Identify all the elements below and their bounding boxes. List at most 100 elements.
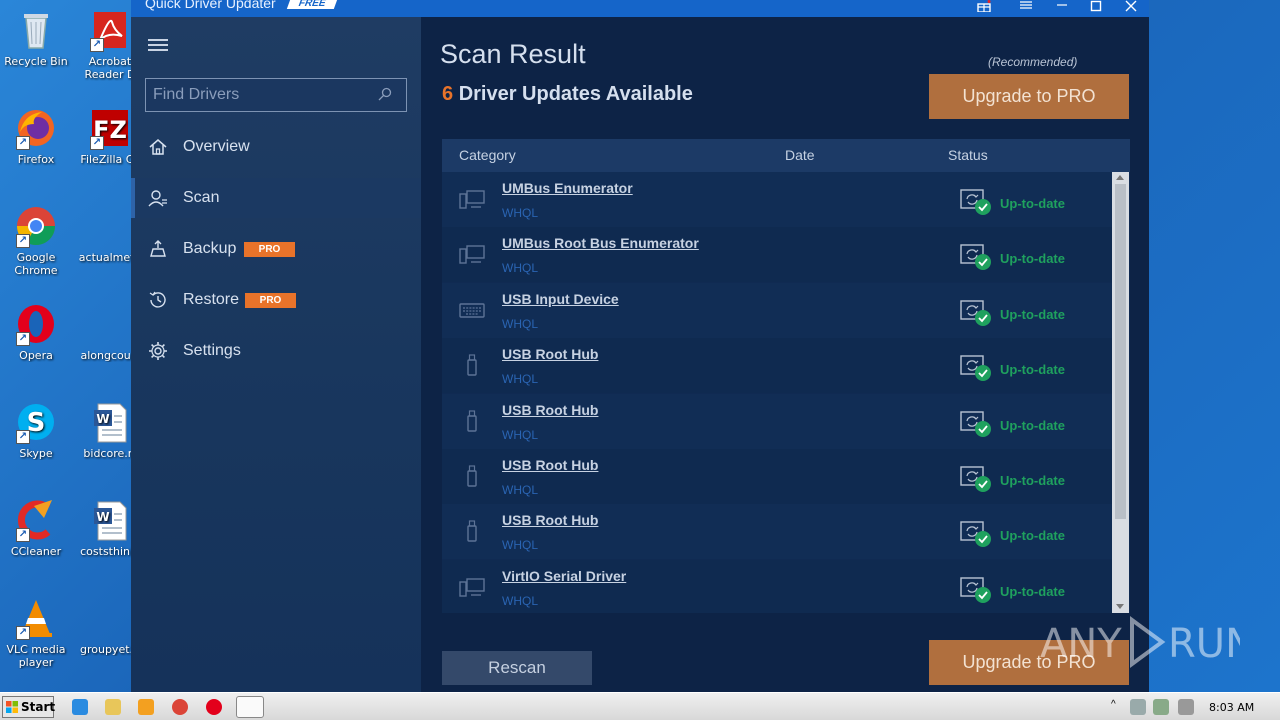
menu-icon[interactable] (1013, 0, 1039, 17)
column-header-status[interactable]: Status (948, 139, 988, 172)
driver-name-link[interactable]: UMBus Enumerator (502, 180, 633, 196)
update-text: Driver Updates Available (458, 83, 693, 105)
minimize-button[interactable] (1049, 0, 1075, 17)
sidebar-item-label: Settings (183, 342, 241, 359)
sidebar-item-label: Restore (183, 291, 240, 308)
gift-icon[interactable] (971, 0, 997, 17)
network-icon[interactable] (1153, 699, 1169, 715)
ie-taskbar-icon[interactable] (72, 699, 88, 715)
desktop-icon-chrome[interactable]: ↗ Google Chrome (0, 204, 72, 277)
driver-status: Up-to-date (1000, 362, 1065, 378)
quick-driver-updater-taskbar-icon[interactable] (236, 696, 264, 718)
find-drivers-search (145, 78, 407, 112)
table-row[interactable]: UMBus Root Bus Enumerator WHQL Up-to-date (442, 227, 1112, 283)
sidebar-item-backup[interactable]: Backup PRO (131, 229, 421, 269)
desktop-icon-ccleaner[interactable]: ↗ CCleaner (0, 498, 72, 558)
sidebar-item-label: Overview (183, 138, 250, 155)
driver-name-link[interactable]: USB Root Hub (502, 402, 598, 418)
sidebar-item-restore[interactable]: Restore PRO (131, 280, 421, 320)
windows-logo-icon (6, 701, 18, 713)
updates-available-heading: 6 Driver Updates Available (442, 83, 693, 106)
maximize-button[interactable] (1083, 0, 1109, 17)
explorer-taskbar-icon[interactable] (105, 699, 121, 715)
desktop-icon-label: Recycle Bin (4, 55, 68, 68)
svg-text:W: W (96, 510, 109, 524)
scroll-up-arrow-icon[interactable] (1116, 175, 1124, 180)
chrome-icon: ↗ (14, 204, 58, 248)
driver-name-link[interactable]: USB Input Device (502, 291, 619, 307)
svg-text:W: W (96, 412, 109, 426)
sidebar: Overview Scan Backup PRO Restore PRO Set… (131, 17, 421, 692)
desktop-icon-firefox[interactable]: ↗ Firefox (0, 106, 72, 166)
chrome-taskbar-icon[interactable] (172, 699, 188, 715)
driver-name-link[interactable]: VirtIO Serial Driver (502, 568, 626, 584)
table-row[interactable]: USB Root Hub WHQL Up-to-date (442, 393, 1112, 449)
title-bar[interactable]: Quick Driver Updater FREE (131, 0, 1149, 17)
driver-status: Up-to-date (1000, 583, 1065, 599)
pro-badge: PRO (245, 293, 296, 308)
clock-time[interactable]: 8:03 AM (1209, 701, 1254, 714)
driver-name-link[interactable]: USB Root Hub (502, 346, 598, 362)
start-button[interactable]: Start (2, 696, 55, 718)
usb-icon (459, 465, 485, 487)
desktop-icon-skype[interactable]: S ↗ Skype (0, 400, 72, 460)
file-icon (88, 302, 132, 346)
table-row[interactable]: USB Input Device WHQL Up-to-date (442, 282, 1112, 338)
driver-table: Category Date Status UMBus Enumerator WHQ… (442, 139, 1130, 613)
up-to-date-check-icon (959, 519, 993, 549)
pro-badge: PRO (244, 242, 295, 257)
main-panel: Scan Result 6 Driver Updates Available (… (421, 17, 1149, 692)
close-button[interactable] (1118, 0, 1144, 17)
sidebar-item-scan[interactable]: Scan (131, 178, 421, 218)
anyrun-watermark-logo: ANY RUN (1040, 612, 1255, 672)
up-to-date-check-icon (959, 298, 993, 328)
sidebar-item-label: Backup (183, 240, 237, 257)
opera-icon: ↗ (14, 302, 58, 346)
media-player-taskbar-icon[interactable] (138, 699, 154, 715)
table-row[interactable]: UMBus Enumerator WHQL Up-to-date (442, 172, 1112, 227)
vlc-icon: ↗ (14, 596, 58, 640)
svg-text:RUN: RUN (1168, 621, 1240, 667)
up-to-date-check-icon (959, 575, 993, 605)
driver-name-link[interactable]: USB Root Hub (502, 457, 598, 473)
device-icon (459, 188, 485, 210)
column-header-category[interactable]: Category (459, 139, 516, 172)
desktop-icon-vlc[interactable]: ↗ VLC media player (0, 596, 72, 669)
volume-icon[interactable] (1130, 699, 1146, 715)
upgrade-to-pro-button-top[interactable]: Upgrade to PRO (929, 74, 1129, 119)
table-row[interactable]: USB Root Hub WHQL Up-to-date (442, 449, 1112, 504)
table-row[interactable]: VirtIO Serial Driver WHQL Up-to-date (442, 559, 1112, 613)
table-row[interactable]: USB Root Hub WHQL Up-to-date (442, 504, 1112, 560)
desktop-icon-recycle-bin[interactable]: Recycle Bin (0, 8, 72, 68)
table-scrollbar[interactable] (1112, 172, 1129, 613)
table-row[interactable]: USB Root Hub WHQL Up-to-date (442, 338, 1112, 394)
driver-status: Up-to-date (1000, 528, 1065, 544)
usb-icon (459, 520, 485, 543)
search-input[interactable] (153, 86, 373, 104)
search-icon[interactable] (378, 87, 392, 101)
svg-text:ANY: ANY (1040, 621, 1122, 667)
scroll-down-arrow-icon[interactable] (1116, 604, 1124, 609)
app-window: Quick Driver Updater FREE Overview (131, 0, 1149, 692)
sidebar-item-overview[interactable]: Overview (131, 127, 421, 167)
desktop-icon-label: Firefox (17, 153, 55, 166)
home-icon (149, 139, 167, 155)
user-scan-icon (148, 190, 167, 207)
scrollbar-thumb[interactable] (1115, 184, 1126, 519)
firefox-icon: ↗ (14, 106, 58, 150)
sidebar-item-settings[interactable]: Settings (131, 331, 421, 371)
rescan-button[interactable]: Rescan (442, 651, 592, 685)
up-to-date-check-icon (959, 187, 993, 217)
hamburger-menu-icon[interactable] (148, 39, 168, 51)
action-center-flag-icon[interactable] (1178, 699, 1194, 715)
tray-chevron-icon[interactable]: ^ (1111, 699, 1121, 715)
driver-name-link[interactable]: USB Root Hub (502, 512, 598, 528)
usb-icon (459, 409, 485, 432)
opera-taskbar-icon[interactable] (206, 699, 222, 715)
desktop-icon-opera[interactable]: ↗ Opera (0, 302, 72, 362)
up-to-date-check-icon (959, 353, 993, 383)
driver-name-link[interactable]: UMBus Root Bus Enumerator (502, 235, 699, 251)
column-header-date[interactable]: Date (785, 139, 815, 172)
driver-status: Up-to-date (1000, 306, 1065, 322)
backup-icon (150, 240, 166, 257)
